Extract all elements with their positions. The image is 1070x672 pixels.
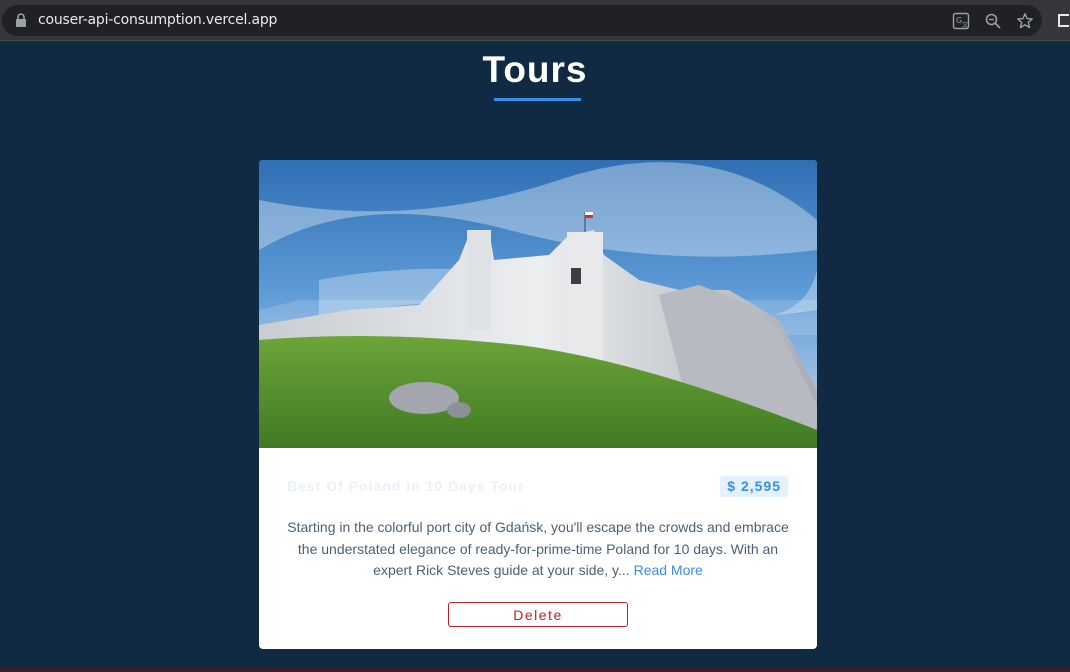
tour-info-text: Starting in the colorful port city of Gd… [287,519,789,578]
bookmark-star-icon[interactable] [1016,12,1034,30]
side-panel-icon[interactable] [1058,14,1069,27]
svg-text:文: 文 [962,21,968,29]
tour-name: Best Of Poland In 10 Days Tour [287,478,525,494]
tour-info: Starting in the colorful port city of Gd… [281,517,795,582]
tour-card: Best Of Poland In 10 Days Tour $ 2,595 S… [259,160,817,649]
title-underline [494,98,581,101]
page-content: Tours Best Of Poland In 10 Days Tour $ 2… [0,41,1070,672]
tour-image [259,160,817,448]
url-text[interactable]: couser-api-consumption.vercel.app [38,12,277,28]
zoom-icon[interactable] [984,12,1002,30]
delete-button[interactable]: Delete [448,602,628,627]
page-title: Tours [482,49,588,90]
browser-toolbar: couser-api-consumption.vercel.app G 文 [0,0,1070,41]
address-bar[interactable]: couser-api-consumption.vercel.app G 文 [2,5,1042,36]
bottom-edge-strip [0,668,1070,672]
lock-icon [16,13,26,27]
tour-price-badge: $ 2,595 [720,476,788,497]
translate-icon[interactable]: G 文 [952,12,970,30]
read-more-button[interactable]: Read More [634,560,703,582]
